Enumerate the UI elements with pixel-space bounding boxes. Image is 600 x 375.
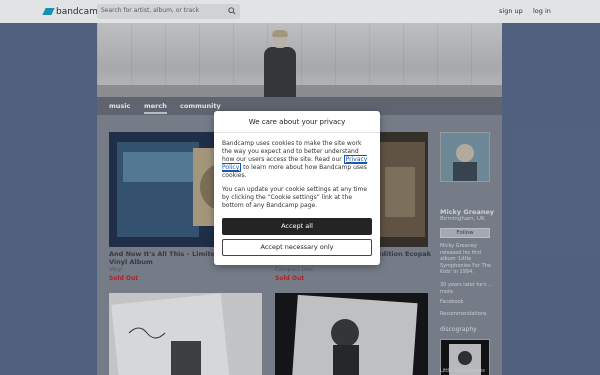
dialog-body: Bandcamp uses cookies to make the site w… <box>222 140 372 216</box>
dialog-paragraph-1: Bandcamp uses cookies to make the site w… <box>222 140 372 180</box>
accept-all-button[interactable]: Accept all <box>222 218 372 235</box>
dialog-divider <box>214 132 380 133</box>
dialog-text: Bandcamp uses cookies to make the site w… <box>222 140 362 163</box>
accept-necessary-button[interactable]: Accept necessary only <box>222 239 372 256</box>
dialog-paragraph-2: You can update your cookie settings at a… <box>222 186 368 209</box>
cookie-consent-dialog: We care about your privacy Bandcamp uses… <box>214 111 380 265</box>
dialog-title: We care about your privacy <box>248 118 346 126</box>
dialog-text: to learn more about how Bandcamp uses co… <box>222 164 367 179</box>
